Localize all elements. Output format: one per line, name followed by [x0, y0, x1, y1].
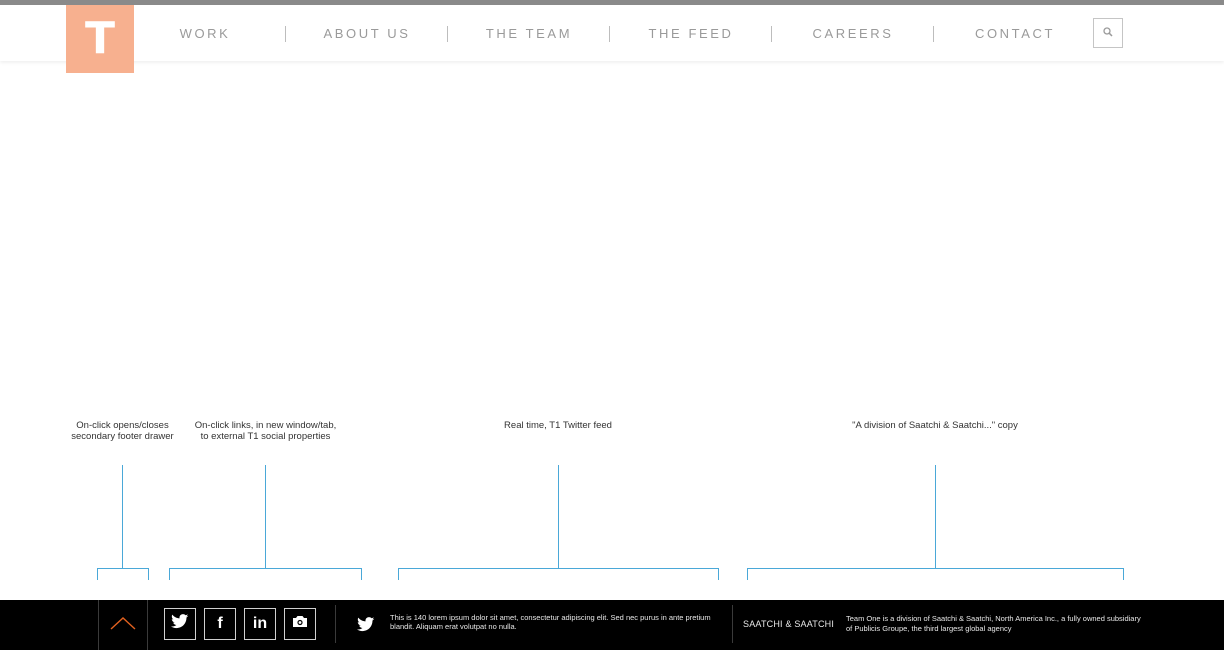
facebook-link[interactable]: f [204, 608, 236, 640]
nav-item-careers[interactable]: CAREERS [808, 27, 898, 41]
camera-icon [292, 615, 308, 633]
nav-divider [933, 26, 934, 42]
footer-divider [732, 605, 733, 643]
annotation-line [265, 465, 266, 568]
nav-divider [447, 26, 448, 42]
twitter-feed-text[interactable]: This is 140 lorem ipsum dolor sit amet, … [390, 613, 720, 631]
search-icon [1103, 24, 1113, 42]
nav-item-the-team[interactable]: THE TEAM [484, 27, 574, 41]
annotation-bracket [747, 568, 1124, 580]
twitter-feed-icon [357, 617, 375, 637]
nav-divider [609, 26, 610, 42]
annotation-line [935, 465, 936, 568]
nav-item-the-feed[interactable]: THE FEED [646, 27, 736, 41]
nav-item-contact[interactable]: CONTACT [970, 27, 1060, 41]
facebook-icon: f [217, 615, 223, 632]
instagram-link[interactable] [284, 608, 316, 640]
search-button[interactable] [1093, 18, 1123, 48]
annotation-division: "A division of Saatchi & Saatchi..." cop… [852, 420, 1018, 431]
team-one-logo[interactable]: T [66, 5, 134, 73]
linkedin-icon: in [252, 615, 268, 632]
annotation-bracket [97, 568, 149, 580]
annotation-drawer: On-click opens/closes secondary footer d… [71, 420, 174, 442]
annotation-bracket [169, 568, 362, 580]
chevron-up-icon [110, 616, 136, 635]
annotation-line [122, 465, 123, 568]
annotation-social: On-click links, in new window/tab, to ex… [194, 420, 337, 442]
logo-letter: T [84, 13, 115, 64]
annotation-bracket [398, 568, 719, 580]
saatchi-label[interactable]: SAATCHI & SAATCHI [743, 619, 834, 629]
division-text: Team One is a division of Saatchi & Saat… [846, 614, 1141, 633]
nav-item-work[interactable]: WORK [170, 27, 240, 41]
linkedin-link[interactable]: in [244, 608, 276, 640]
twitter-link[interactable] [164, 608, 196, 640]
footer-drawer-toggle[interactable] [98, 600, 148, 650]
nav-item-about-us[interactable]: ABOUT US [322, 27, 412, 41]
twitter-icon [171, 614, 189, 634]
annotation-twitter: Real time, T1 Twitter feed [504, 420, 612, 431]
nav-divider [285, 26, 286, 42]
footer-divider [335, 605, 336, 643]
annotation-line [558, 465, 559, 568]
nav-divider [771, 26, 772, 42]
